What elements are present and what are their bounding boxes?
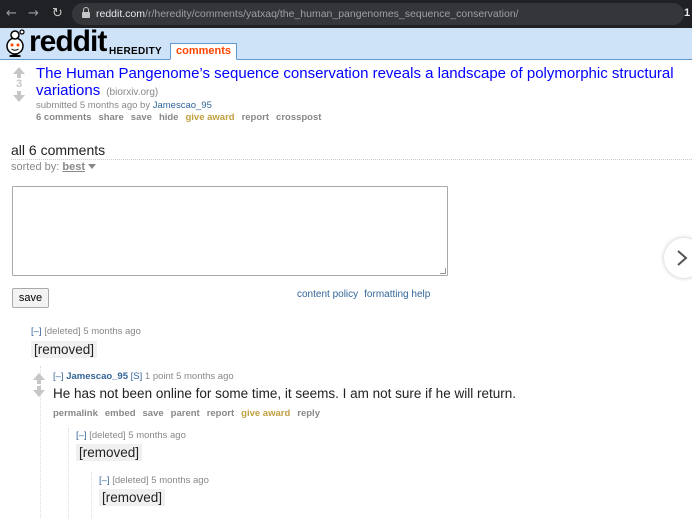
upvote-icon[interactable] bbox=[13, 67, 25, 74]
sort-dropdown[interactable]: best bbox=[62, 161, 85, 173]
resize-grip-icon[interactable] bbox=[440, 268, 446, 274]
post-title-continued[interactable]: variations (biorxiv.org) bbox=[36, 82, 158, 101]
save-comment-link[interactable]: save bbox=[143, 408, 164, 419]
parent-button[interactable]: parent bbox=[171, 408, 200, 419]
reply-button[interactable]: reply bbox=[297, 408, 320, 419]
collapse-toggle[interactable]: [–] bbox=[53, 371, 64, 382]
comment-author: [deleted] bbox=[112, 475, 149, 486]
post-domain[interactable]: (biorxiv.org) bbox=[106, 87, 158, 98]
thread-line bbox=[91, 472, 92, 518]
crosspost-button[interactable]: crosspost bbox=[276, 112, 321, 123]
reload-icon[interactable]: ↻ bbox=[52, 5, 63, 23]
comment-meta: 5 months ago bbox=[151, 475, 209, 486]
collapse-toggle[interactable]: [–] bbox=[99, 475, 110, 486]
submitter-badge[interactable]: [S] bbox=[131, 371, 143, 382]
downvote-icon[interactable] bbox=[13, 95, 25, 102]
post-score: 3 bbox=[15, 78, 23, 90]
upvote-icon[interactable] bbox=[33, 373, 45, 380]
post-tagline: submitted 5 months ago by Jamescao_95 bbox=[36, 100, 212, 111]
comment-body: [removed] bbox=[31, 341, 98, 358]
comment-tagline: [–] [deleted] 5 months ago bbox=[31, 326, 141, 337]
report-button[interactable]: report bbox=[242, 112, 269, 123]
comment-body: [removed] bbox=[99, 489, 166, 506]
chevron-right-icon bbox=[677, 250, 688, 266]
collapse-toggle[interactable]: [–] bbox=[31, 326, 42, 337]
sort-menu: sorted by: best bbox=[11, 161, 96, 173]
give-award-comment-button[interactable]: give award bbox=[241, 408, 290, 419]
post-author-link[interactable]: Jamescao_95 bbox=[153, 100, 212, 111]
next-page-button[interactable] bbox=[664, 238, 692, 278]
help-links: content policy formatting help bbox=[297, 289, 430, 300]
downvote-icon[interactable] bbox=[33, 390, 45, 397]
formatting-help-link[interactable]: formatting help bbox=[364, 289, 430, 300]
comments-heading: all 6 comments bbox=[11, 142, 106, 158]
site-header: reddit HEREDITY comments bbox=[0, 27, 692, 60]
comment-author-link[interactable]: Jamescao_95 bbox=[66, 371, 128, 382]
tab-comments[interactable]: comments bbox=[170, 43, 238, 60]
thread-line bbox=[68, 428, 69, 518]
give-award-button[interactable]: give award bbox=[185, 112, 234, 123]
lock-icon bbox=[82, 7, 90, 18]
comment-buttons: permalink embed save parent report give award… bbox=[53, 408, 327, 419]
arrow-left-icon[interactable]: ← bbox=[6, 5, 17, 23]
comment-tagline: [–] Jamescao_95 [S] 1 point 5 months ago bbox=[53, 371, 234, 382]
comment-meta: 1 point 5 months ago bbox=[144, 371, 234, 382]
comment-body: [removed] bbox=[76, 444, 143, 461]
extension-badge[interactable]: 1 bbox=[684, 7, 690, 19]
subreddit-name[interactable]: HEREDITY bbox=[109, 46, 162, 57]
comments-link[interactable]: 6 comments bbox=[36, 112, 91, 123]
address-bar[interactable]: reddit.com/r/heredity/comments/yatxaq/th… bbox=[72, 3, 684, 25]
reddit-logo-text[interactable]: reddit bbox=[29, 27, 107, 57]
permalink-button[interactable]: permalink bbox=[53, 408, 98, 419]
dropdown-caret-icon[interactable] bbox=[87, 164, 96, 169]
report-comment-button[interactable]: report bbox=[207, 408, 234, 419]
comment-meta: 5 months ago bbox=[128, 430, 186, 441]
hide-button[interactable]: hide bbox=[159, 112, 179, 123]
comment-tagline: [–] [deleted] 5 months ago bbox=[99, 475, 209, 486]
share-button[interactable]: share bbox=[98, 112, 123, 123]
url-text[interactable]: reddit.com/r/heredity/comments/yatxaq/th… bbox=[96, 7, 519, 21]
embed-button[interactable]: embed bbox=[105, 408, 136, 419]
comment-meta: 5 months ago bbox=[83, 326, 141, 337]
comment-author: [deleted] bbox=[44, 326, 81, 337]
comment-textarea[interactable] bbox=[12, 186, 448, 276]
reddit-alien-icon[interactable] bbox=[2, 29, 28, 57]
collapse-toggle[interactable]: [–] bbox=[76, 430, 87, 441]
comment-body: He has not been online for some time, it… bbox=[53, 386, 516, 401]
arrow-right-icon[interactable]: → bbox=[28, 5, 39, 23]
comment-vote bbox=[33, 373, 45, 397]
post-title[interactable]: The Human Pangenome’s sequence conservat… bbox=[36, 65, 692, 82]
save-post-button[interactable]: save bbox=[131, 112, 152, 123]
save-comment-button[interactable]: save bbox=[12, 288, 49, 308]
divider bbox=[11, 159, 692, 160]
content-policy-link[interactable]: content policy bbox=[297, 289, 358, 300]
comment-tagline: [–] [deleted] 5 months ago bbox=[76, 430, 186, 441]
comment-author: [deleted] bbox=[89, 430, 126, 441]
post-vote: 3 bbox=[13, 67, 25, 102]
post-buttons: 6 comments share save hide give award report c… bbox=[36, 112, 328, 123]
browser-toolbar: ← → ↻ reddit.com/r/heredity/comments/yat… bbox=[0, 0, 692, 28]
